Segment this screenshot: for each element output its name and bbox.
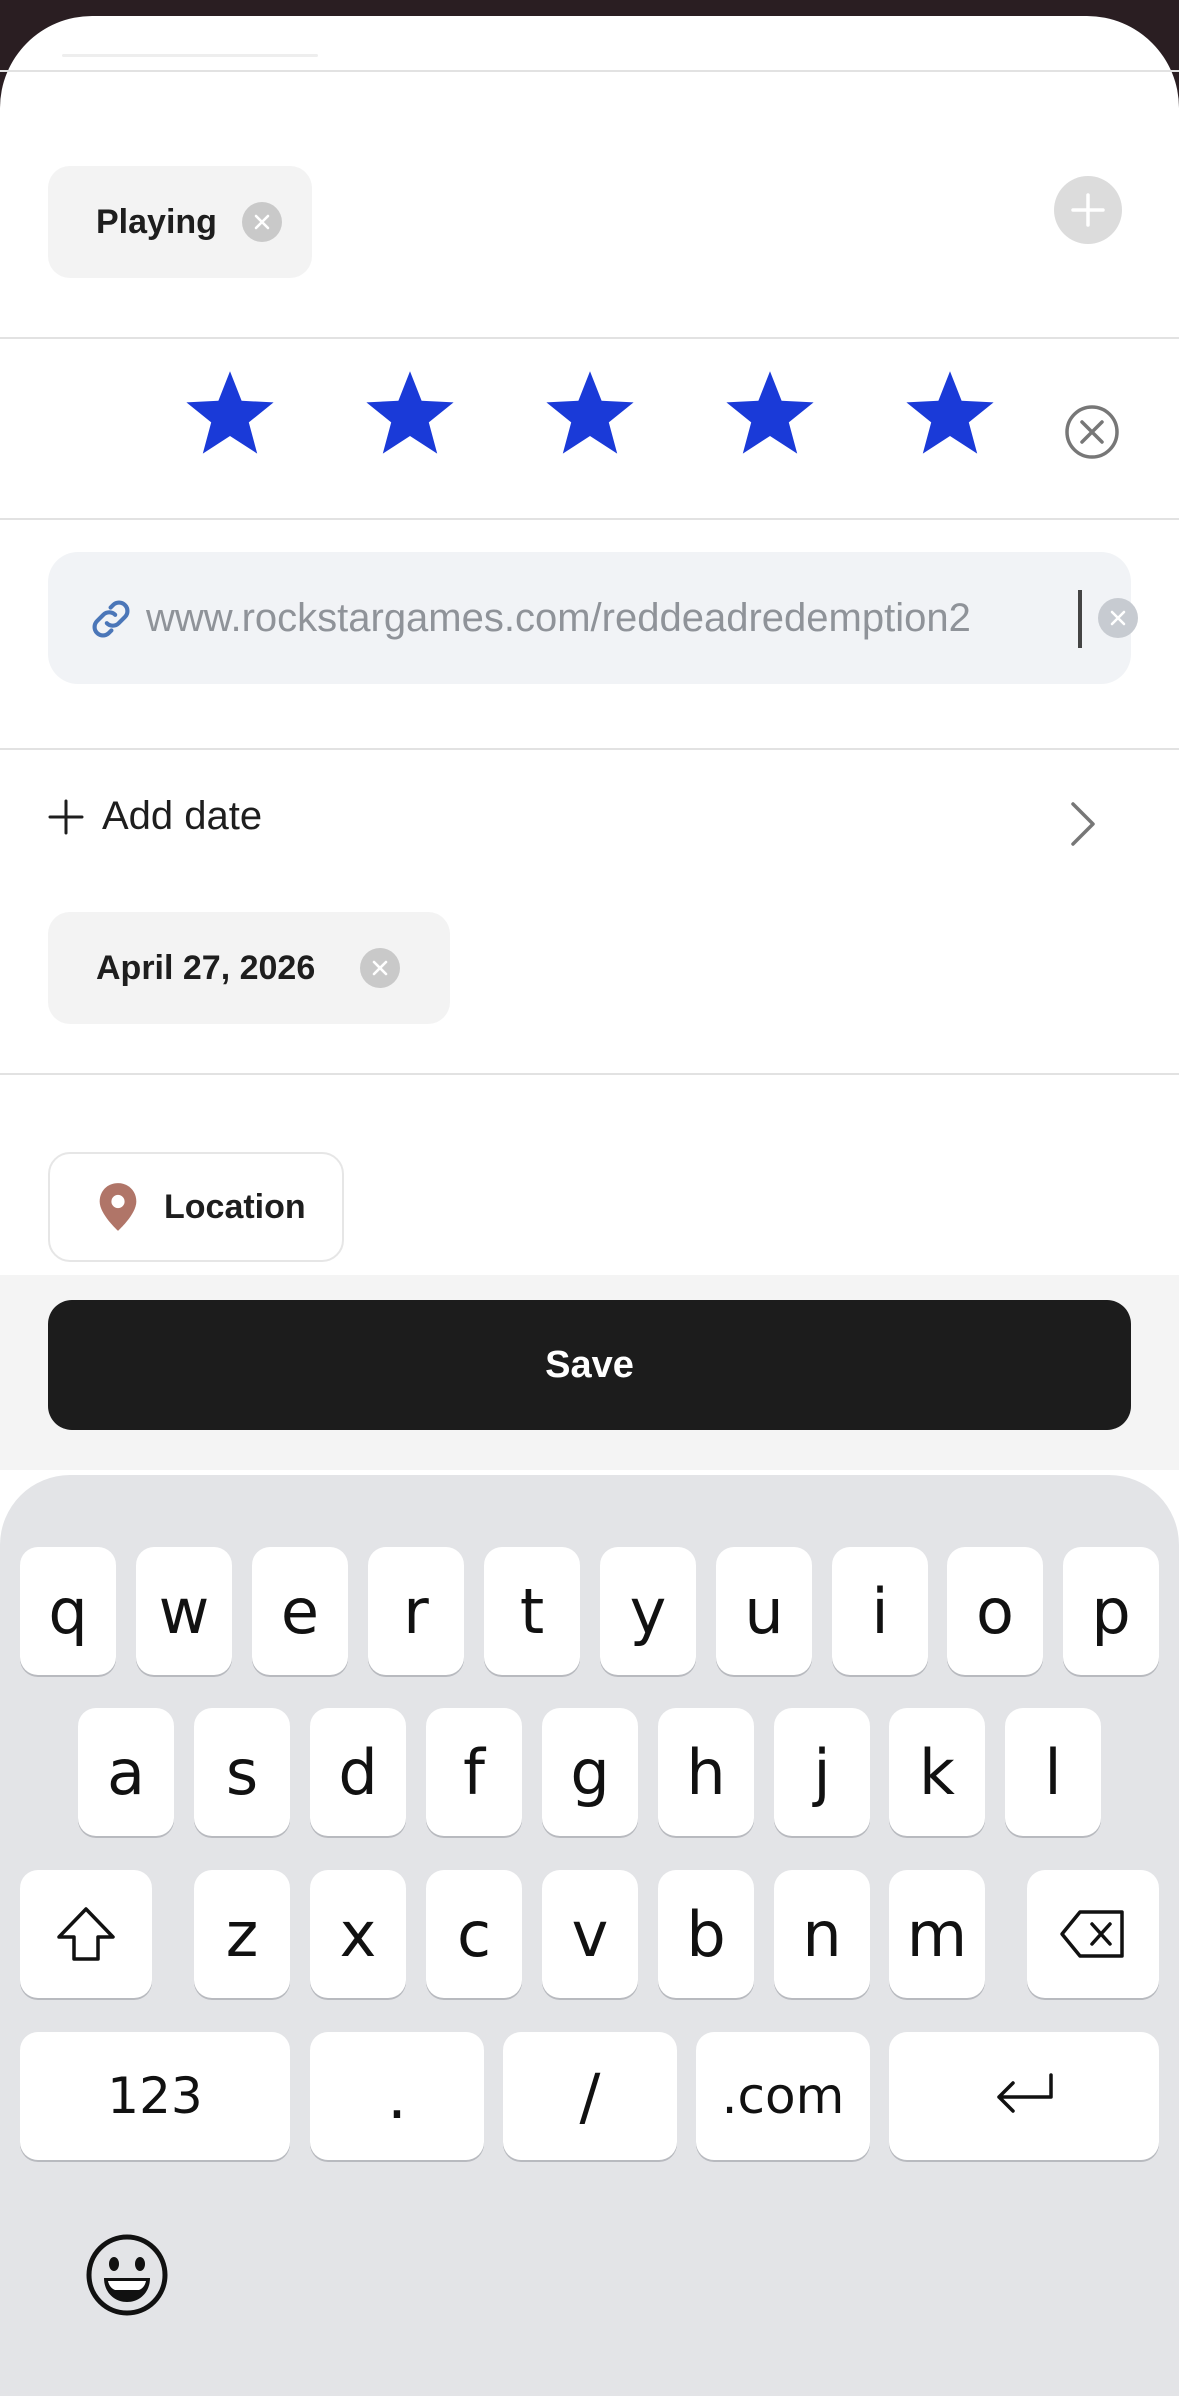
text-caret bbox=[1078, 590, 1082, 648]
add-date-label: Add date bbox=[102, 794, 263, 838]
divider bbox=[0, 337, 1179, 339]
shift-key[interactable] bbox=[20, 1870, 152, 1998]
numbers-key[interactable]: 123 bbox=[20, 2032, 290, 2160]
close-circle-icon[interactable] bbox=[1098, 598, 1138, 638]
shift-icon bbox=[57, 1907, 115, 1961]
key-x[interactable]: x bbox=[310, 1870, 406, 1998]
key-l[interactable]: l bbox=[1005, 1708, 1101, 1836]
key-m[interactable]: m bbox=[889, 1870, 985, 1998]
key-v[interactable]: v bbox=[542, 1870, 638, 1998]
date-chip[interactable]: April 27, 2026 bbox=[48, 912, 450, 1024]
star-icon-1[interactable] bbox=[182, 368, 278, 460]
backspace-icon bbox=[1060, 1910, 1124, 1958]
key-f[interactable]: f bbox=[426, 1708, 522, 1836]
star-icon-2[interactable] bbox=[362, 368, 458, 460]
key-n[interactable]: n bbox=[774, 1870, 870, 1998]
key-p[interactable]: p bbox=[1063, 1547, 1159, 1675]
location-label: Location bbox=[164, 1187, 306, 1226]
divider bbox=[0, 70, 1179, 72]
emoji-icon[interactable] bbox=[84, 2232, 170, 2318]
return-key[interactable] bbox=[889, 2032, 1159, 2160]
key-h[interactable]: h bbox=[658, 1708, 754, 1836]
dotcom-key[interactable]: .com bbox=[696, 2032, 870, 2160]
key-y[interactable]: y bbox=[600, 1547, 696, 1675]
keyboard: q w e r t y u i o p a s d f g h j k l z … bbox=[0, 1475, 1179, 2396]
star-icon-4[interactable] bbox=[722, 368, 818, 460]
save-button[interactable]: Save bbox=[48, 1300, 1131, 1430]
key-z[interactable]: z bbox=[194, 1870, 290, 1998]
key-d[interactable]: d bbox=[310, 1708, 406, 1836]
key-k[interactable]: k bbox=[889, 1708, 985, 1836]
divider bbox=[0, 1073, 1179, 1075]
key-w[interactable]: w bbox=[136, 1547, 232, 1675]
key-c[interactable]: c bbox=[426, 1870, 522, 1998]
slash-key[interactable]: / bbox=[503, 2032, 677, 2160]
key-o[interactable]: o bbox=[947, 1547, 1043, 1675]
plus-icon bbox=[1071, 193, 1105, 227]
key-u[interactable]: u bbox=[716, 1547, 812, 1675]
key-s[interactable]: s bbox=[194, 1708, 290, 1836]
backspace-key[interactable] bbox=[1027, 1870, 1159, 1998]
key-a[interactable]: a bbox=[78, 1708, 174, 1836]
add-date-button[interactable]: Add date bbox=[48, 794, 262, 839]
link-icon bbox=[92, 600, 130, 638]
url-input[interactable]: www.rockstargames.com/reddeadredemption2 bbox=[48, 552, 1138, 684]
close-circle-icon[interactable] bbox=[242, 202, 282, 242]
date-chip-label: April 27, 2026 bbox=[96, 948, 316, 987]
location-button[interactable]: Location bbox=[48, 1152, 344, 1262]
star-icon-5[interactable] bbox=[902, 368, 998, 460]
divider bbox=[0, 518, 1179, 520]
chevron-right-icon[interactable] bbox=[1068, 800, 1098, 848]
sheet-grabber[interactable] bbox=[62, 54, 318, 57]
status-chip-playing[interactable]: Playing bbox=[48, 166, 312, 278]
plus-icon bbox=[48, 799, 84, 834]
return-icon bbox=[997, 2073, 1053, 2113]
map-pin-icon bbox=[99, 1183, 137, 1231]
status-chip-label: Playing bbox=[96, 202, 217, 241]
key-j[interactable]: j bbox=[774, 1708, 870, 1836]
key-r[interactable]: r bbox=[368, 1547, 464, 1675]
star-icon-3[interactable] bbox=[542, 368, 638, 460]
close-circle-icon[interactable] bbox=[1062, 402, 1122, 462]
key-g[interactable]: g bbox=[542, 1708, 638, 1836]
add-status-button[interactable] bbox=[1054, 176, 1122, 244]
key-t[interactable]: t bbox=[484, 1547, 580, 1675]
dot-key[interactable]: . bbox=[310, 2032, 484, 2160]
key-i[interactable]: i bbox=[832, 1547, 928, 1675]
url-input-value: www.rockstargames.com/reddeadredemption2 bbox=[146, 596, 971, 640]
key-e[interactable]: e bbox=[252, 1547, 348, 1675]
key-q[interactable]: q bbox=[20, 1547, 116, 1675]
key-b[interactable]: b bbox=[658, 1870, 754, 1998]
close-circle-icon[interactable] bbox=[360, 948, 400, 988]
divider bbox=[0, 748, 1179, 750]
